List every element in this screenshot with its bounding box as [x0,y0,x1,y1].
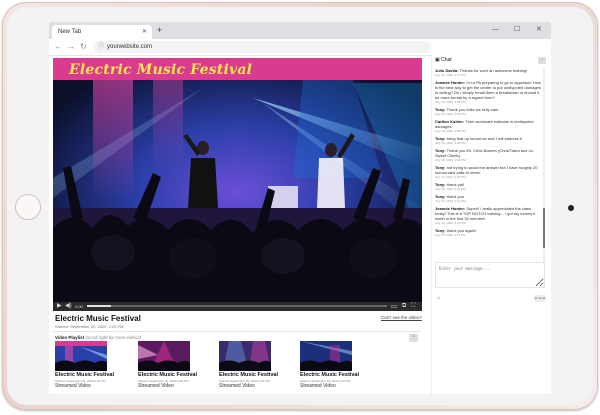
chat-message: Carlton Kohler: Their workmate estimate … [435,119,541,133]
tab-label: New Tab [58,29,82,35]
new-tab-button[interactable]: + [157,24,162,37]
emoji-icon[interactable]: ☺ [436,295,441,301]
chat-message: Julio Davila: Thanks for such an awesome… [435,68,541,77]
chat-message: Tony: not trying to avoid the answer but… [435,165,541,179]
chat-message: Tony: Thank you folks we truly care July … [435,107,541,116]
message-time: July 18, 2020, 3:09 PM [435,141,466,145]
playlist-thumbnail[interactable] [55,341,107,371]
browser-tab[interactable]: New Tab ✕ [52,25,152,39]
progress-bar[interactable] [87,305,387,307]
message-time: July 18, 2020, 3:11 PM [435,233,466,237]
reload-button[interactable]: ↻ [80,40,87,54]
playlist-item-title: Electric Music Festival [138,372,197,378]
forward-button[interactable]: → [67,40,75,54]
home-button[interactable] [15,194,41,220]
playlist-item[interactable]: Electric Music Festival Started: Septemb… [55,341,115,393]
chat-message: Jeannie Hunter: I'm a PA preparing to go… [435,80,541,104]
minimize-button[interactable]: — [492,24,499,36]
play-icon[interactable]: ▶ [57,302,62,311]
playlist-item-type: Streamed Video [219,383,255,389]
playlist-hint: (scroll right for more videos) [85,335,142,340]
volume-icon[interactable]: ◀) [65,302,72,311]
close-window-button[interactable]: ✕ [536,24,542,36]
tab-bar: New Tab ✕ + — ☐ ✕ [49,22,551,39]
chat-collapse-button[interactable]: ⌃ [538,57,546,64]
playlist-thumbnail[interactable] [138,341,190,371]
address-bar: ← → ↻ ⓘ yourwebsite.com [49,39,551,56]
playlist-item[interactable]: Electric Music Festival Started: Septemb… [138,341,198,393]
maximize-button[interactable]: ☐ [514,24,520,36]
url-text: yourwebsite.com [107,44,153,50]
playlist-item-type: Streamed Video [138,383,174,389]
chat-panel: ▣ Chat ⌃ Julio Davila: Thanks for such a… [431,55,550,394]
message-text: Thank you Mr. Chris Bowers (Chris/Tiana … [435,148,534,158]
playlist-item-type: Streamed Video [300,383,336,389]
divider [53,331,421,332]
time-display: 0:00 [75,304,83,309]
concert-scene [53,58,422,302]
chat-title: Chat [441,57,452,63]
message-time: July 18, 2020, 3:10 PM [435,187,466,191]
message-time: July 18, 2020, 3:08 PM [435,100,466,104]
back-button[interactable]: ← [54,40,62,54]
playlist-title: Video Playlist [55,335,85,340]
chat-icon: ▣ [435,57,440,63]
message-text: not trying to avoid the answer but I hav… [435,165,538,175]
url-field[interactable]: ⓘ yourwebsite.com [93,41,431,53]
message-time: July 18, 2020, 3:10 PM [435,199,466,203]
playlist-item-title: Electric Music Festival [300,372,359,378]
video-title: Electric Music Festival [55,314,141,323]
tab-close-icon[interactable]: ✕ [142,25,147,39]
chat-message: Tony: thank you again! July 18, 2020, 3:1… [435,228,541,237]
chat-message: Tony: thank yall July 18, 2020, 3:10 PM [435,182,541,191]
playlist-thumbnail[interactable] [219,341,271,371]
message-time: July 18, 2020, 3:08 PM [435,129,466,133]
playlist-item[interactable]: Electric Music Festival Started: Septemb… [300,341,360,393]
chat-message: Tony: thank you July 18, 2020, 3:10 PM [435,194,541,203]
send-button[interactable]: ➤ Send [534,295,546,302]
progress-fill [87,305,111,307]
message-text: Thanks for such an awesome training! [459,68,528,73]
browser-window: New Tab ✕ + — ☐ ✕ ← → ↻ ⓘ yourwebsite.co… [49,22,551,394]
camera-icon [568,205,574,211]
site-info-icon[interactable]: ⓘ [98,41,104,53]
player-controls: ▶ ◀) 0:00 CC ⧉ ⛶ [53,302,422,311]
chat-message: Jeannie Hunter: Super!! I really appreci… [435,206,541,225]
chat-message-input[interactable] [435,262,545,288]
video-player[interactable]: Electric Music Festival [53,58,422,302]
message-time: July 18, 2020, 3:10 PM [435,221,466,225]
playlist-collapse-button[interactable]: ⌃ [409,334,418,342]
chat-messages: Julio Davila: Thanks for such an awesome… [435,68,541,262]
playlist-thumbnail[interactable] [300,341,352,371]
playlist-item-title: Electric Music Festival [55,372,114,378]
message-time: July 18, 2020, 3:09 PM [435,158,466,162]
message-time: July 18, 2020, 3:07 PM [435,73,466,77]
playlist-heading: Video Playlist (scroll right for more vi… [55,335,141,340]
chat-message: Tony: bring that up tomorrow and I will … [435,136,541,145]
chat-message: Tony: Thank you Mr. Chris Bowers (Chris/… [435,148,541,162]
chat-header: ▣ Chat [435,57,452,63]
message-time: July 18, 2020, 3:08 PM [435,112,466,116]
captions-button[interactable]: CC [391,302,398,311]
festival-banner-title: Electric Music Festival [69,62,253,78]
playlist-item[interactable]: Electric Music Festival Started: Septemb… [219,341,279,393]
send-label: Send [538,296,546,300]
video-date: Started: September 20, 2020, 2:20 PM [55,324,124,329]
playlist-item-type: Streamed Video [55,383,91,389]
playlist-item-title: Electric Music Festival [219,372,278,378]
chat-scrollbar-thumb[interactable] [543,208,545,248]
fullscreen-icon[interactable]: ⛶ [411,302,415,311]
support-link[interactable]: Can't see the video? [381,315,422,320]
pip-icon[interactable]: ⧉ [402,302,406,311]
chat-scrollbar[interactable] [543,68,545,262]
message-time: July 18, 2020, 3:09 PM [435,175,466,179]
